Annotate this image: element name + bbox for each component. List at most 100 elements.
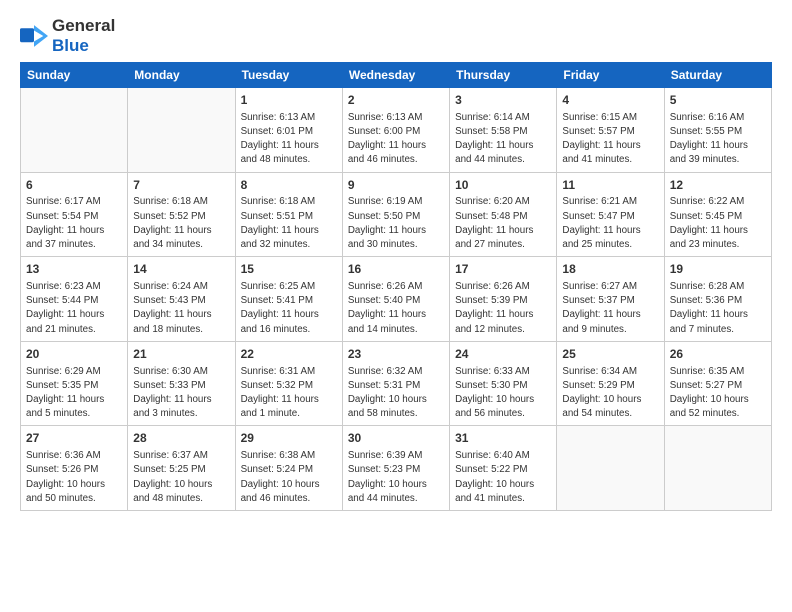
day-number: 21 — [133, 346, 229, 363]
table-cell: 13 Sunrise: 6:23 AM Sunset: 5:44 PM Dayli… — [21, 257, 128, 342]
day-number: 20 — [26, 346, 122, 363]
day-info: Sunrise: 6:31 AM Sunset: 5:32 PM Dayligh… — [241, 365, 337, 422]
table-cell: 29 Sunrise: 6:38 AM Sunset: 5:24 PM Dayli… — [235, 426, 342, 511]
col-sunday: Sunday — [21, 63, 128, 88]
day-number: 5 — [670, 92, 766, 109]
day-number: 7 — [133, 177, 229, 194]
day-info: Sunrise: 6:40 AM Sunset: 5:22 PM Dayligh… — [455, 449, 551, 506]
col-tuesday: Tuesday — [235, 63, 342, 88]
day-info: Sunrise: 6:13 AM Sunset: 6:00 PM Dayligh… — [348, 111, 444, 168]
day-info: Sunrise: 6:29 AM Sunset: 5:35 PM Dayligh… — [26, 365, 122, 422]
day-info: Sunrise: 6:22 AM Sunset: 5:45 PM Dayligh… — [670, 195, 766, 252]
day-info: Sunrise: 6:20 AM Sunset: 5:48 PM Dayligh… — [455, 195, 551, 252]
day-number: 14 — [133, 261, 229, 278]
table-cell: 4Sunrise: 6:15 AM Sunset: 5:57 PM Daylig… — [557, 88, 664, 173]
day-number: 15 — [241, 261, 337, 278]
col-friday: Friday — [557, 63, 664, 88]
general-blue-icon — [20, 25, 48, 47]
day-number: 16 — [348, 261, 444, 278]
day-number: 28 — [133, 430, 229, 447]
day-number: 29 — [241, 430, 337, 447]
table-cell: 20 Sunrise: 6:29 AM Sunset: 5:35 PM Dayli… — [21, 341, 128, 426]
day-number: 31 — [455, 430, 551, 447]
day-info: Sunrise: 6:14 AM Sunset: 5:58 PM Dayligh… — [455, 111, 551, 168]
calendar-week-row: 27 Sunrise: 6:36 AM Sunset: 5:26 PM Dayli… — [21, 426, 772, 511]
logo: General Blue — [20, 16, 115, 56]
day-number: 25 — [562, 346, 658, 363]
col-wednesday: Wednesday — [342, 63, 449, 88]
day-info: Sunrise: 6:18 AM Sunset: 5:52 PM Dayligh… — [133, 195, 229, 252]
day-info: Sunrise: 6:17 AM Sunset: 5:54 PM Dayligh… — [26, 195, 122, 252]
day-info: Sunrise: 6:28 AM Sunset: 5:36 PM Dayligh… — [670, 280, 766, 337]
table-cell: 9Sunrise: 6:19 AM Sunset: 5:50 PM Daylig… — [342, 172, 449, 257]
day-number: 23 — [348, 346, 444, 363]
day-info: Sunrise: 6:38 AM Sunset: 5:24 PM Dayligh… — [241, 449, 337, 506]
day-info: Sunrise: 6:23 AM Sunset: 5:44 PM Dayligh… — [26, 280, 122, 337]
calendar-week-row: 1Sunrise: 6:13 AM Sunset: 6:01 PM Daylig… — [21, 88, 772, 173]
table-cell — [21, 88, 128, 173]
table-cell: 3 Sunrise: 6:14 AM Sunset: 5:58 PM Daylig… — [450, 88, 557, 173]
logo-blue-text: Blue — [52, 36, 89, 55]
table-cell: 21 Sunrise: 6:30 AM Sunset: 5:33 PM Dayli… — [128, 341, 235, 426]
table-cell: 23 Sunrise: 6:32 AM Sunset: 5:31 PM Dayli… — [342, 341, 449, 426]
day-number: 4 — [562, 92, 658, 109]
table-cell: 18Sunrise: 6:27 AM Sunset: 5:37 PM Dayli… — [557, 257, 664, 342]
day-info: Sunrise: 6:39 AM Sunset: 5:23 PM Dayligh… — [348, 449, 444, 506]
header: General Blue — [20, 16, 772, 56]
day-info: Sunrise: 6:32 AM Sunset: 5:31 PM Dayligh… — [348, 365, 444, 422]
table-cell: 7Sunrise: 6:18 AM Sunset: 5:52 PM Daylig… — [128, 172, 235, 257]
day-number: 26 — [670, 346, 766, 363]
calendar-week-row: 6Sunrise: 6:17 AM Sunset: 5:54 PM Daylig… — [21, 172, 772, 257]
table-cell: 24 Sunrise: 6:33 AM Sunset: 5:30 PM Dayli… — [450, 341, 557, 426]
day-number: 22 — [241, 346, 337, 363]
calendar-header-row: Sunday Monday Tuesday Wednesday Thursday… — [21, 63, 772, 88]
day-info: Sunrise: 6:33 AM Sunset: 5:30 PM Dayligh… — [455, 365, 551, 422]
col-thursday: Thursday — [450, 63, 557, 88]
day-number: 27 — [26, 430, 122, 447]
day-number: 3 — [455, 92, 551, 109]
day-info: Sunrise: 6:16 AM Sunset: 5:55 PM Dayligh… — [670, 111, 766, 168]
day-info: Sunrise: 6:26 AM Sunset: 5:40 PM Dayligh… — [348, 280, 444, 337]
table-cell — [557, 426, 664, 511]
day-number: 8 — [241, 177, 337, 194]
table-cell: 12Sunrise: 6:22 AM Sunset: 5:45 PM Dayli… — [664, 172, 771, 257]
table-cell: 11Sunrise: 6:21 AM Sunset: 5:47 PM Dayli… — [557, 172, 664, 257]
page: General Blue Sunday Monday Tuesday Wedne… — [0, 0, 792, 612]
table-cell: 25 Sunrise: 6:34 AM Sunset: 5:29 PM Dayli… — [557, 341, 664, 426]
col-saturday: Saturday — [664, 63, 771, 88]
table-cell: 15 Sunrise: 6:25 AM Sunset: 5:41 PM Dayli… — [235, 257, 342, 342]
table-cell: 14 Sunrise: 6:24 AM Sunset: 5:43 PM Dayli… — [128, 257, 235, 342]
day-info: Sunrise: 6:21 AM Sunset: 5:47 PM Dayligh… — [562, 195, 658, 252]
table-cell: 17 Sunrise: 6:26 AM Sunset: 5:39 PM Dayli… — [450, 257, 557, 342]
day-info: Sunrise: 6:25 AM Sunset: 5:41 PM Dayligh… — [241, 280, 337, 337]
table-cell: 30 Sunrise: 6:39 AM Sunset: 5:23 PM Dayli… — [342, 426, 449, 511]
logo-general-text: General — [52, 16, 115, 35]
table-cell: 27 Sunrise: 6:36 AM Sunset: 5:26 PM Dayli… — [21, 426, 128, 511]
table-cell: 22 Sunrise: 6:31 AM Sunset: 5:32 PM Dayli… — [235, 341, 342, 426]
day-number: 13 — [26, 261, 122, 278]
day-info: Sunrise: 6:36 AM Sunset: 5:26 PM Dayligh… — [26, 449, 122, 506]
day-info: Sunrise: 6:30 AM Sunset: 5:33 PM Dayligh… — [133, 365, 229, 422]
day-info: Sunrise: 6:34 AM Sunset: 5:29 PM Dayligh… — [562, 365, 658, 422]
day-info: Sunrise: 6:19 AM Sunset: 5:50 PM Dayligh… — [348, 195, 444, 252]
day-info: Sunrise: 6:26 AM Sunset: 5:39 PM Dayligh… — [455, 280, 551, 337]
day-number: 10 — [455, 177, 551, 194]
table-cell: 5 Sunrise: 6:16 AM Sunset: 5:55 PM Daylig… — [664, 88, 771, 173]
table-cell: 28 Sunrise: 6:37 AM Sunset: 5:25 PM Dayli… — [128, 426, 235, 511]
day-info: Sunrise: 6:24 AM Sunset: 5:43 PM Dayligh… — [133, 280, 229, 337]
day-info: Sunrise: 6:35 AM Sunset: 5:27 PM Dayligh… — [670, 365, 766, 422]
day-number: 12 — [670, 177, 766, 194]
day-number: 19 — [670, 261, 766, 278]
table-cell: 8Sunrise: 6:18 AM Sunset: 5:51 PM Daylig… — [235, 172, 342, 257]
table-cell: 16 Sunrise: 6:26 AM Sunset: 5:40 PM Dayli… — [342, 257, 449, 342]
calendar-week-row: 20 Sunrise: 6:29 AM Sunset: 5:35 PM Dayli… — [21, 341, 772, 426]
day-number: 11 — [562, 177, 658, 194]
day-info: Sunrise: 6:37 AM Sunset: 5:25 PM Dayligh… — [133, 449, 229, 506]
day-number: 30 — [348, 430, 444, 447]
calendar-table: Sunday Monday Tuesday Wednesday Thursday… — [20, 62, 772, 511]
day-info: Sunrise: 6:13 AM Sunset: 6:01 PM Dayligh… — [241, 111, 337, 168]
day-number: 24 — [455, 346, 551, 363]
table-cell: 1Sunrise: 6:13 AM Sunset: 6:01 PM Daylig… — [235, 88, 342, 173]
day-number: 17 — [455, 261, 551, 278]
day-info: Sunrise: 6:18 AM Sunset: 5:51 PM Dayligh… — [241, 195, 337, 252]
